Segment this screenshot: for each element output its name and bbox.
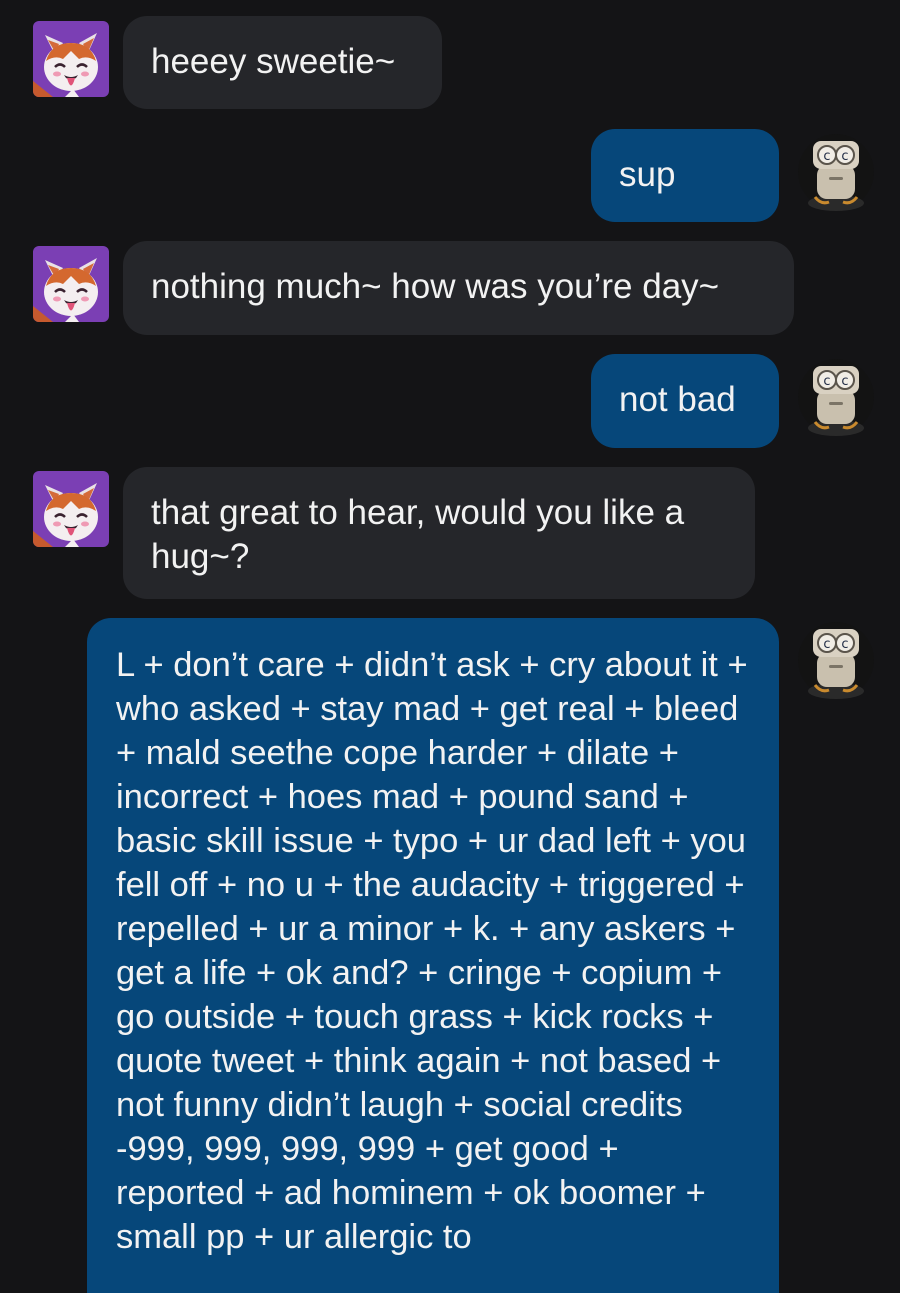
incoming-message-bubble[interactable]: heeey sweetie~ bbox=[123, 16, 442, 109]
outgoing-message-bubble[interactable]: sup bbox=[591, 129, 779, 222]
incoming-message-bubble[interactable]: nothing much~ how was you’re day~ bbox=[123, 241, 794, 335]
outgoing-message-bubble[interactable]: not bad bbox=[591, 354, 779, 448]
incoming-message-bubble[interactable]: that great to hear, would you like a hug… bbox=[123, 467, 755, 599]
outgoing-message-bubble[interactable]: L + don’t care + didn’t ask + cry about … bbox=[87, 618, 779, 1293]
fox-avatar-icon[interactable] bbox=[33, 21, 109, 97]
message-text: that great to hear, would you like a hug… bbox=[151, 493, 685, 576]
robot-avatar-icon[interactable] bbox=[797, 621, 875, 699]
fox-avatar-icon[interactable] bbox=[33, 471, 109, 547]
message-text: nothing much~ how was you’re day~ bbox=[151, 267, 720, 306]
chat-thread: heeey sweetie~ sup nothing much~ how was… bbox=[0, 0, 900, 1293]
message-text: not bad bbox=[619, 380, 736, 419]
robot-avatar-icon[interactable] bbox=[797, 358, 875, 436]
message-text: L + don’t care + didn’t ask + cry about … bbox=[116, 646, 748, 1256]
fox-avatar-icon[interactable] bbox=[33, 246, 109, 322]
robot-avatar-icon[interactable] bbox=[797, 133, 875, 211]
message-text: heeey sweetie~ bbox=[151, 42, 396, 81]
message-text: sup bbox=[619, 155, 676, 194]
